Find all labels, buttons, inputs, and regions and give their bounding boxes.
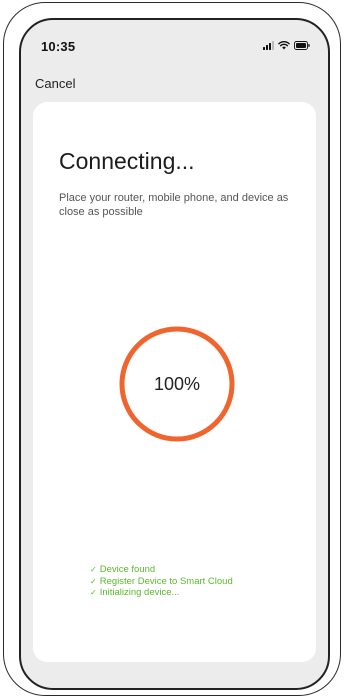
step-label: Device found	[99, 564, 156, 575]
cancel-button[interactable]: Cancel	[35, 76, 75, 91]
cellular-signal-icon	[263, 40, 274, 50]
check-icon: ✓	[90, 565, 97, 574]
status-bar: 10:35	[21, 20, 328, 66]
connection-steps-list: ✓ Device found ✓ Register Device to Smart …	[90, 564, 233, 599]
step-label: Initializing device...	[99, 587, 180, 598]
step-item-initializing-device: ✓ Initializing device...	[90, 587, 233, 599]
step-item-device-found: ✓ Device found	[90, 564, 233, 576]
status-icons	[263, 40, 310, 50]
step-item-register-device: ✓ Register Device to Smart Cloud	[90, 576, 233, 588]
step-label: Register Device to Smart Cloud	[99, 575, 233, 587]
wifi-icon	[278, 40, 290, 50]
phone-screen: 10:35 Cancel Connecting... Place your ro…	[19, 18, 330, 690]
connecting-card: Connecting... Place your router, mobile …	[33, 102, 316, 662]
progress-ring: 100%	[117, 324, 237, 444]
instruction-text: Place your router, mobile phone, and dev…	[59, 192, 289, 218]
battery-icon	[294, 41, 310, 50]
status-time: 10:35	[41, 39, 76, 54]
check-icon: ✓	[90, 576, 97, 586]
progress-percentage: 100%	[153, 374, 201, 394]
check-icon: ✓	[90, 588, 97, 597]
page-title: Connecting...	[59, 148, 195, 174]
